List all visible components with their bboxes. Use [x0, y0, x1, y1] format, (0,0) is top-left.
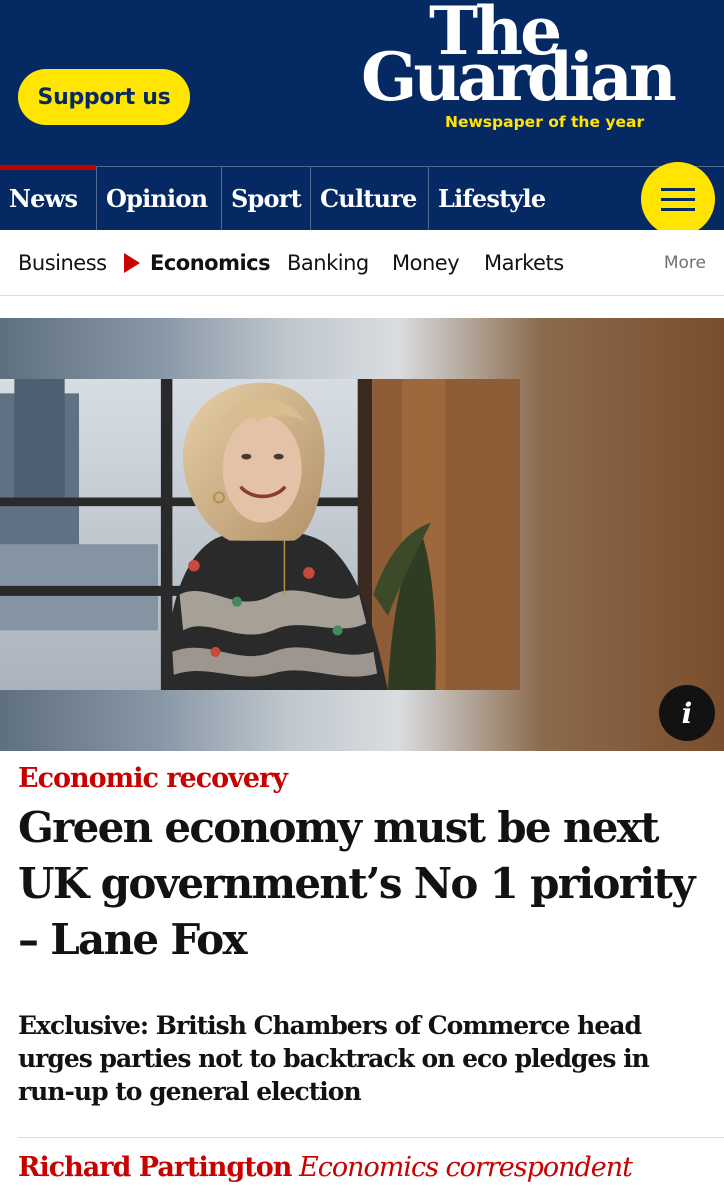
- menu-button[interactable]: [641, 162, 715, 236]
- author-role: Economics correspondent: [299, 1152, 633, 1183]
- logo-tagline: Newspaper of the year: [445, 113, 645, 131]
- author-link[interactable]: Richard Partington: [18, 1152, 292, 1183]
- nav-item-culture[interactable]: Culture: [311, 167, 417, 230]
- hero-photo-illustration: [0, 379, 520, 690]
- masthead: Support us The Guardian Newspaper of the…: [0, 0, 724, 166]
- article-standfirst: Exclusive: British Chambers of Commerce …: [18, 1011, 650, 1106]
- byline-divider: [18, 1137, 724, 1138]
- nav-item-opinion[interactable]: Opinion: [97, 167, 208, 230]
- guardian-logo[interactable]: The Guardian Newspaper of the year: [361, 0, 706, 140]
- subnav-arrow-icon: [124, 253, 140, 273]
- image-info-button[interactable]: i: [659, 685, 715, 741]
- subnav-more-link[interactable]: More: [664, 230, 706, 296]
- nav-item-lifestyle[interactable]: Lifestyle: [429, 167, 546, 230]
- nav-item-news[interactable]: News: [0, 167, 78, 230]
- primary-nav: News Opinion Sport Culture Lifestyle: [0, 162, 724, 236]
- subnav-item-markets[interactable]: Markets: [484, 230, 564, 296]
- nav-item-sport[interactable]: Sport: [222, 167, 302, 230]
- sub-nav: Business Economics Banking Money Markets: [0, 230, 724, 296]
- hamburger-icon: [661, 197, 695, 201]
- support-us-button[interactable]: Support us: [18, 69, 190, 125]
- subnav-item-economics[interactable]: Economics: [150, 230, 271, 296]
- hamburger-icon: [661, 207, 695, 211]
- subnav-item-money[interactable]: Money: [392, 230, 460, 296]
- subnav-item-business[interactable]: Business: [18, 230, 107, 296]
- article-kicker[interactable]: Economic recovery: [18, 763, 288, 794]
- article-byline: Richard Partington Economics corresponde…: [18, 1152, 633, 1183]
- logo-line-guardian: Guardian: [361, 38, 677, 116]
- hero-image: [0, 318, 724, 751]
- article-headline: Green economy must be next UK government…: [18, 803, 696, 964]
- subnav-item-banking[interactable]: Banking: [287, 230, 369, 296]
- hamburger-icon: [661, 187, 695, 191]
